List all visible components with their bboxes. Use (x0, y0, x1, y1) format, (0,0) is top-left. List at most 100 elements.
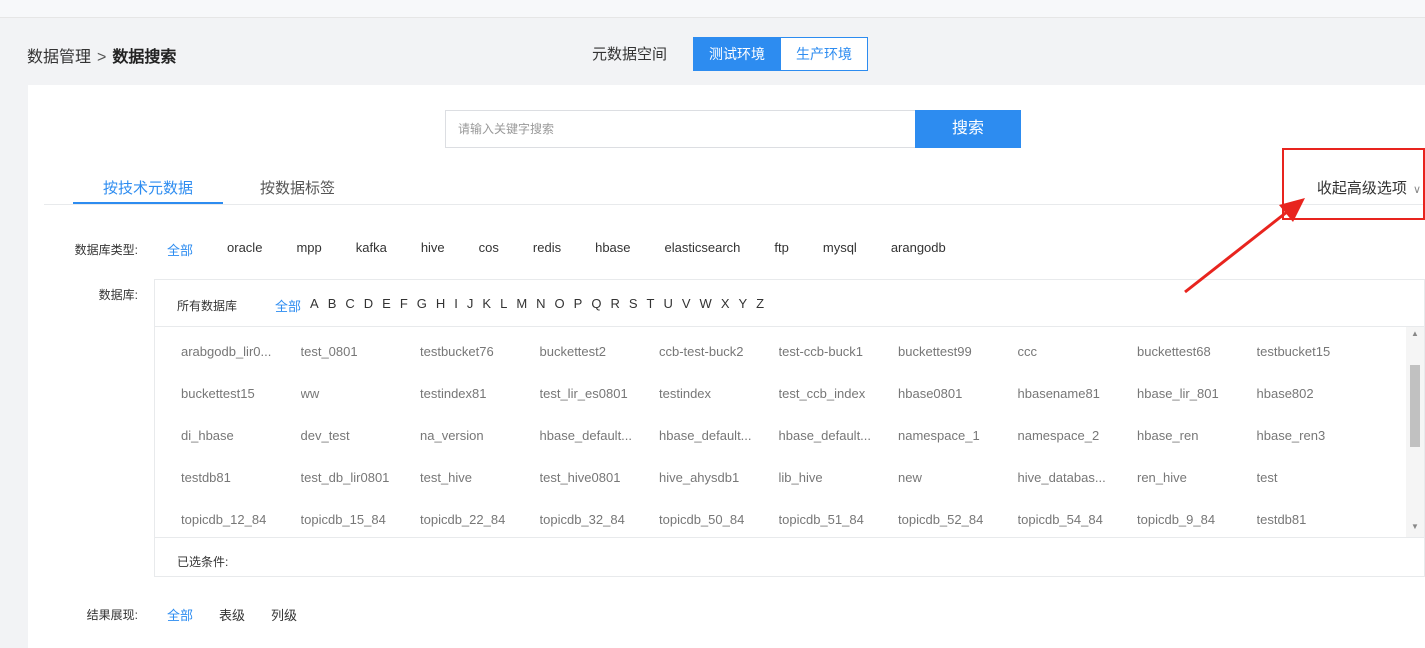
search-button[interactable]: 搜索 (915, 110, 1021, 148)
db-type-option-cos[interactable]: cos (479, 240, 499, 259)
database-list-scrollbar[interactable]: ▲ ▼ (1406, 327, 1424, 537)
letter-filter-v[interactable]: V (682, 296, 691, 315)
database-item[interactable]: test (1257, 470, 1377, 512)
letter-filter-all[interactable]: 全部 (275, 296, 301, 315)
letter-filter-b[interactable]: B (328, 296, 337, 315)
scrollbar-thumb[interactable] (1410, 365, 1420, 447)
database-item[interactable]: testindex (659, 386, 779, 428)
database-item[interactable]: lib_hive (779, 470, 899, 512)
db-type-option-mpp[interactable]: mpp (296, 240, 321, 259)
database-item[interactable]: dev_test (301, 428, 421, 470)
search-input[interactable] (446, 111, 915, 147)
letter-filter-c[interactable]: C (345, 296, 354, 315)
letter-filter-u[interactable]: U (663, 296, 672, 315)
letter-filter-k[interactable]: K (482, 296, 491, 315)
database-item[interactable]: topicdb_9_84 (1137, 512, 1257, 537)
letter-filter-e[interactable]: E (382, 296, 391, 315)
all-databases-link[interactable]: 所有数据库 (177, 297, 237, 314)
result-option-table-level[interactable]: 表级 (219, 605, 245, 624)
scroll-up-icon[interactable]: ▲ (1406, 329, 1424, 338)
env-prod-button[interactable]: 生产环境 (781, 37, 868, 71)
letter-filter-z[interactable]: Z (756, 296, 764, 315)
letter-filter-n[interactable]: N (536, 296, 545, 315)
letter-filter-p[interactable]: P (574, 296, 583, 315)
database-item[interactable]: hive_ahysdb1 (659, 470, 779, 512)
database-item[interactable]: new (898, 470, 1018, 512)
letter-filter-h[interactable]: H (436, 296, 445, 315)
db-type-option-ftp[interactable]: ftp (774, 240, 788, 259)
database-item[interactable]: hbasename81 (1018, 386, 1138, 428)
database-item[interactable]: na_version (420, 428, 540, 470)
database-item[interactable]: topicdb_54_84 (1018, 512, 1138, 537)
env-test-button[interactable]: 测试环境 (693, 37, 781, 71)
letter-filter-t[interactable]: T (647, 296, 655, 315)
letter-filter-w[interactable]: W (700, 296, 712, 315)
database-item[interactable]: buckettest99 (898, 344, 1018, 386)
letter-filter-x[interactable]: X (721, 296, 730, 315)
letter-filter-q[interactable]: Q (591, 296, 601, 315)
breadcrumb-parent[interactable]: 数据管理 (27, 49, 91, 66)
letter-filter-s[interactable]: S (629, 296, 638, 315)
database-item[interactable]: namespace_2 (1018, 428, 1138, 470)
database-item[interactable]: hbase_default... (540, 428, 660, 470)
database-item[interactable]: test_0801 (301, 344, 421, 386)
database-item[interactable]: hbase_default... (779, 428, 899, 470)
database-item[interactable]: buckettest68 (1137, 344, 1257, 386)
database-item[interactable]: hive_databas... (1018, 470, 1138, 512)
scroll-down-icon[interactable]: ▼ (1406, 522, 1424, 531)
database-item[interactable]: topicdb_12_84 (181, 512, 301, 537)
tab-technical-metadata[interactable]: 按技术元数据 (103, 177, 193, 198)
database-item[interactable]: topicdb_52_84 (898, 512, 1018, 537)
db-type-option-mysql[interactable]: mysql (823, 240, 857, 259)
database-item[interactable]: test-ccb-buck1 (779, 344, 899, 386)
letter-filter-i[interactable]: I (454, 296, 458, 315)
database-item[interactable]: testbucket76 (420, 344, 540, 386)
database-item[interactable]: hbase0801 (898, 386, 1018, 428)
letter-filter-a[interactable]: A (310, 296, 319, 315)
database-item[interactable]: test_ccb_index (779, 386, 899, 428)
db-type-option-redis[interactable]: redis (533, 240, 561, 259)
database-item[interactable]: test_db_lir0801 (301, 470, 421, 512)
database-item[interactable]: hbase_default... (659, 428, 779, 470)
database-item[interactable]: topicdb_51_84 (779, 512, 899, 537)
database-item[interactable]: buckettest15 (181, 386, 301, 428)
db-type-option-arangodb[interactable]: arangodb (891, 240, 946, 259)
database-item[interactable]: ccb-test-buck2 (659, 344, 779, 386)
database-item[interactable]: ccc (1018, 344, 1138, 386)
database-item[interactable]: topicdb_32_84 (540, 512, 660, 537)
database-item[interactable]: hbase_lir_801 (1137, 386, 1257, 428)
database-item[interactable]: arabgodb_lir0... (181, 344, 301, 386)
database-item[interactable]: testbucket15 (1257, 344, 1377, 386)
db-type-option-all[interactable]: 全部 (167, 240, 193, 259)
result-option-all[interactable]: 全部 (167, 605, 193, 624)
database-item[interactable]: topicdb_22_84 (420, 512, 540, 537)
db-type-option-kafka[interactable]: kafka (356, 240, 387, 259)
database-item[interactable]: di_hbase (181, 428, 301, 470)
database-item[interactable]: test_hive0801 (540, 470, 660, 512)
database-item[interactable]: testdb81 (181, 470, 301, 512)
letter-filter-m[interactable]: M (516, 296, 527, 315)
db-type-option-oracle[interactable]: oracle (227, 240, 262, 259)
database-item[interactable]: topicdb_15_84 (301, 512, 421, 537)
database-item[interactable]: hbase_ren3 (1257, 428, 1377, 470)
db-type-option-elasticsearch[interactable]: elasticsearch (665, 240, 741, 259)
database-item[interactable]: testindex81 (420, 386, 540, 428)
database-item[interactable]: test_hive (420, 470, 540, 512)
result-option-column-level[interactable]: 列级 (271, 605, 297, 624)
database-item[interactable]: hbase802 (1257, 386, 1377, 428)
database-item[interactable]: buckettest2 (540, 344, 660, 386)
db-type-option-hbase[interactable]: hbase (595, 240, 630, 259)
letter-filter-l[interactable]: L (500, 296, 507, 315)
database-item[interactable]: namespace_1 (898, 428, 1018, 470)
letter-filter-r[interactable]: R (610, 296, 619, 315)
database-item[interactable]: ren_hive (1137, 470, 1257, 512)
tab-data-tags[interactable]: 按数据标签 (260, 177, 335, 198)
db-type-option-hive[interactable]: hive (421, 240, 445, 259)
database-item[interactable]: testdb81 (1257, 512, 1377, 537)
database-item[interactable]: hbase_ren (1137, 428, 1257, 470)
letter-filter-g[interactable]: G (417, 296, 427, 315)
database-item[interactable]: topicdb_50_84 (659, 512, 779, 537)
letter-filter-y[interactable]: Y (739, 296, 748, 315)
database-item[interactable]: test_lir_es0801 (540, 386, 660, 428)
letter-filter-d[interactable]: D (364, 296, 373, 315)
